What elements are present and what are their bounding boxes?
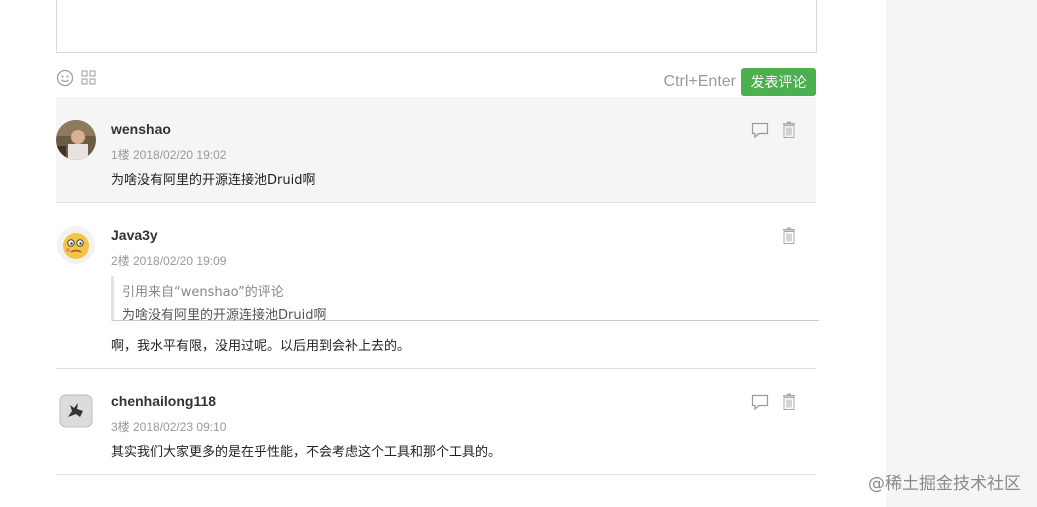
comment-username[interactable]: wenshao [111, 121, 171, 137]
reply-icon[interactable] [751, 121, 769, 139]
shortcut-hint: Ctrl+Enter [663, 73, 736, 90]
comment-item: Java3y 2楼 2018/02/20 19:09 引用来自“wenshao”… [56, 203, 819, 369]
comment-username[interactable]: Java3y [111, 227, 158, 243]
comment-text: 为啥没有阿里的开源连接池Druid啊 [111, 173, 316, 188]
comment-text: 其实我们大家更多的是在乎性能，不会考虑这个工具和那个工具的。 [111, 445, 502, 460]
trash-icon[interactable] [780, 393, 798, 411]
avatar[interactable] [56, 120, 96, 160]
comment-text: 啊，我水平有限，没用过呢。以后用到会补上去的。 [111, 339, 411, 354]
comment-floor-time: 3楼 2018/02/23 09:10 [111, 420, 227, 434]
watermark: @稀土掘金技术社区 [868, 474, 1021, 494]
comment-floor-time: 1楼 2018/02/20 19:02 [111, 148, 227, 162]
comment-textarea[interactable] [56, 0, 817, 53]
comment-floor-time: 2楼 2018/02/20 19:09 [111, 254, 227, 268]
smiley-icon[interactable] [56, 69, 74, 87]
quoted-comment: 引用来自“wenshao”的评论 为啥没有阿里的开源连接池Druid啊 [111, 276, 819, 323]
quote-text: 为啥没有阿里的开源连接池Druid啊 [122, 308, 327, 323]
trash-icon[interactable] [780, 227, 798, 245]
trash-icon[interactable] [780, 121, 798, 139]
right-side-panel [886, 0, 1037, 507]
avatar[interactable] [56, 391, 96, 431]
grid-icon[interactable] [80, 69, 98, 87]
comment-toolbar: Ctrl+Enter 发表评论 [56, 66, 816, 96]
comment-item: wenshao 1楼 2018/02/20 19:02 为啥没有阿里的开源连接池… [56, 97, 816, 203]
submit-comment-button[interactable]: 发表评论 [741, 68, 816, 96]
quote-source: 引用来自“wenshao”的评论 [122, 285, 284, 300]
comment-username[interactable]: chenhailong118 [111, 393, 216, 409]
comment-item: chenhailong118 3楼 2018/02/23 09:10 其实我们大… [56, 369, 816, 475]
avatar[interactable] [56, 225, 96, 265]
reply-icon[interactable] [751, 393, 769, 411]
